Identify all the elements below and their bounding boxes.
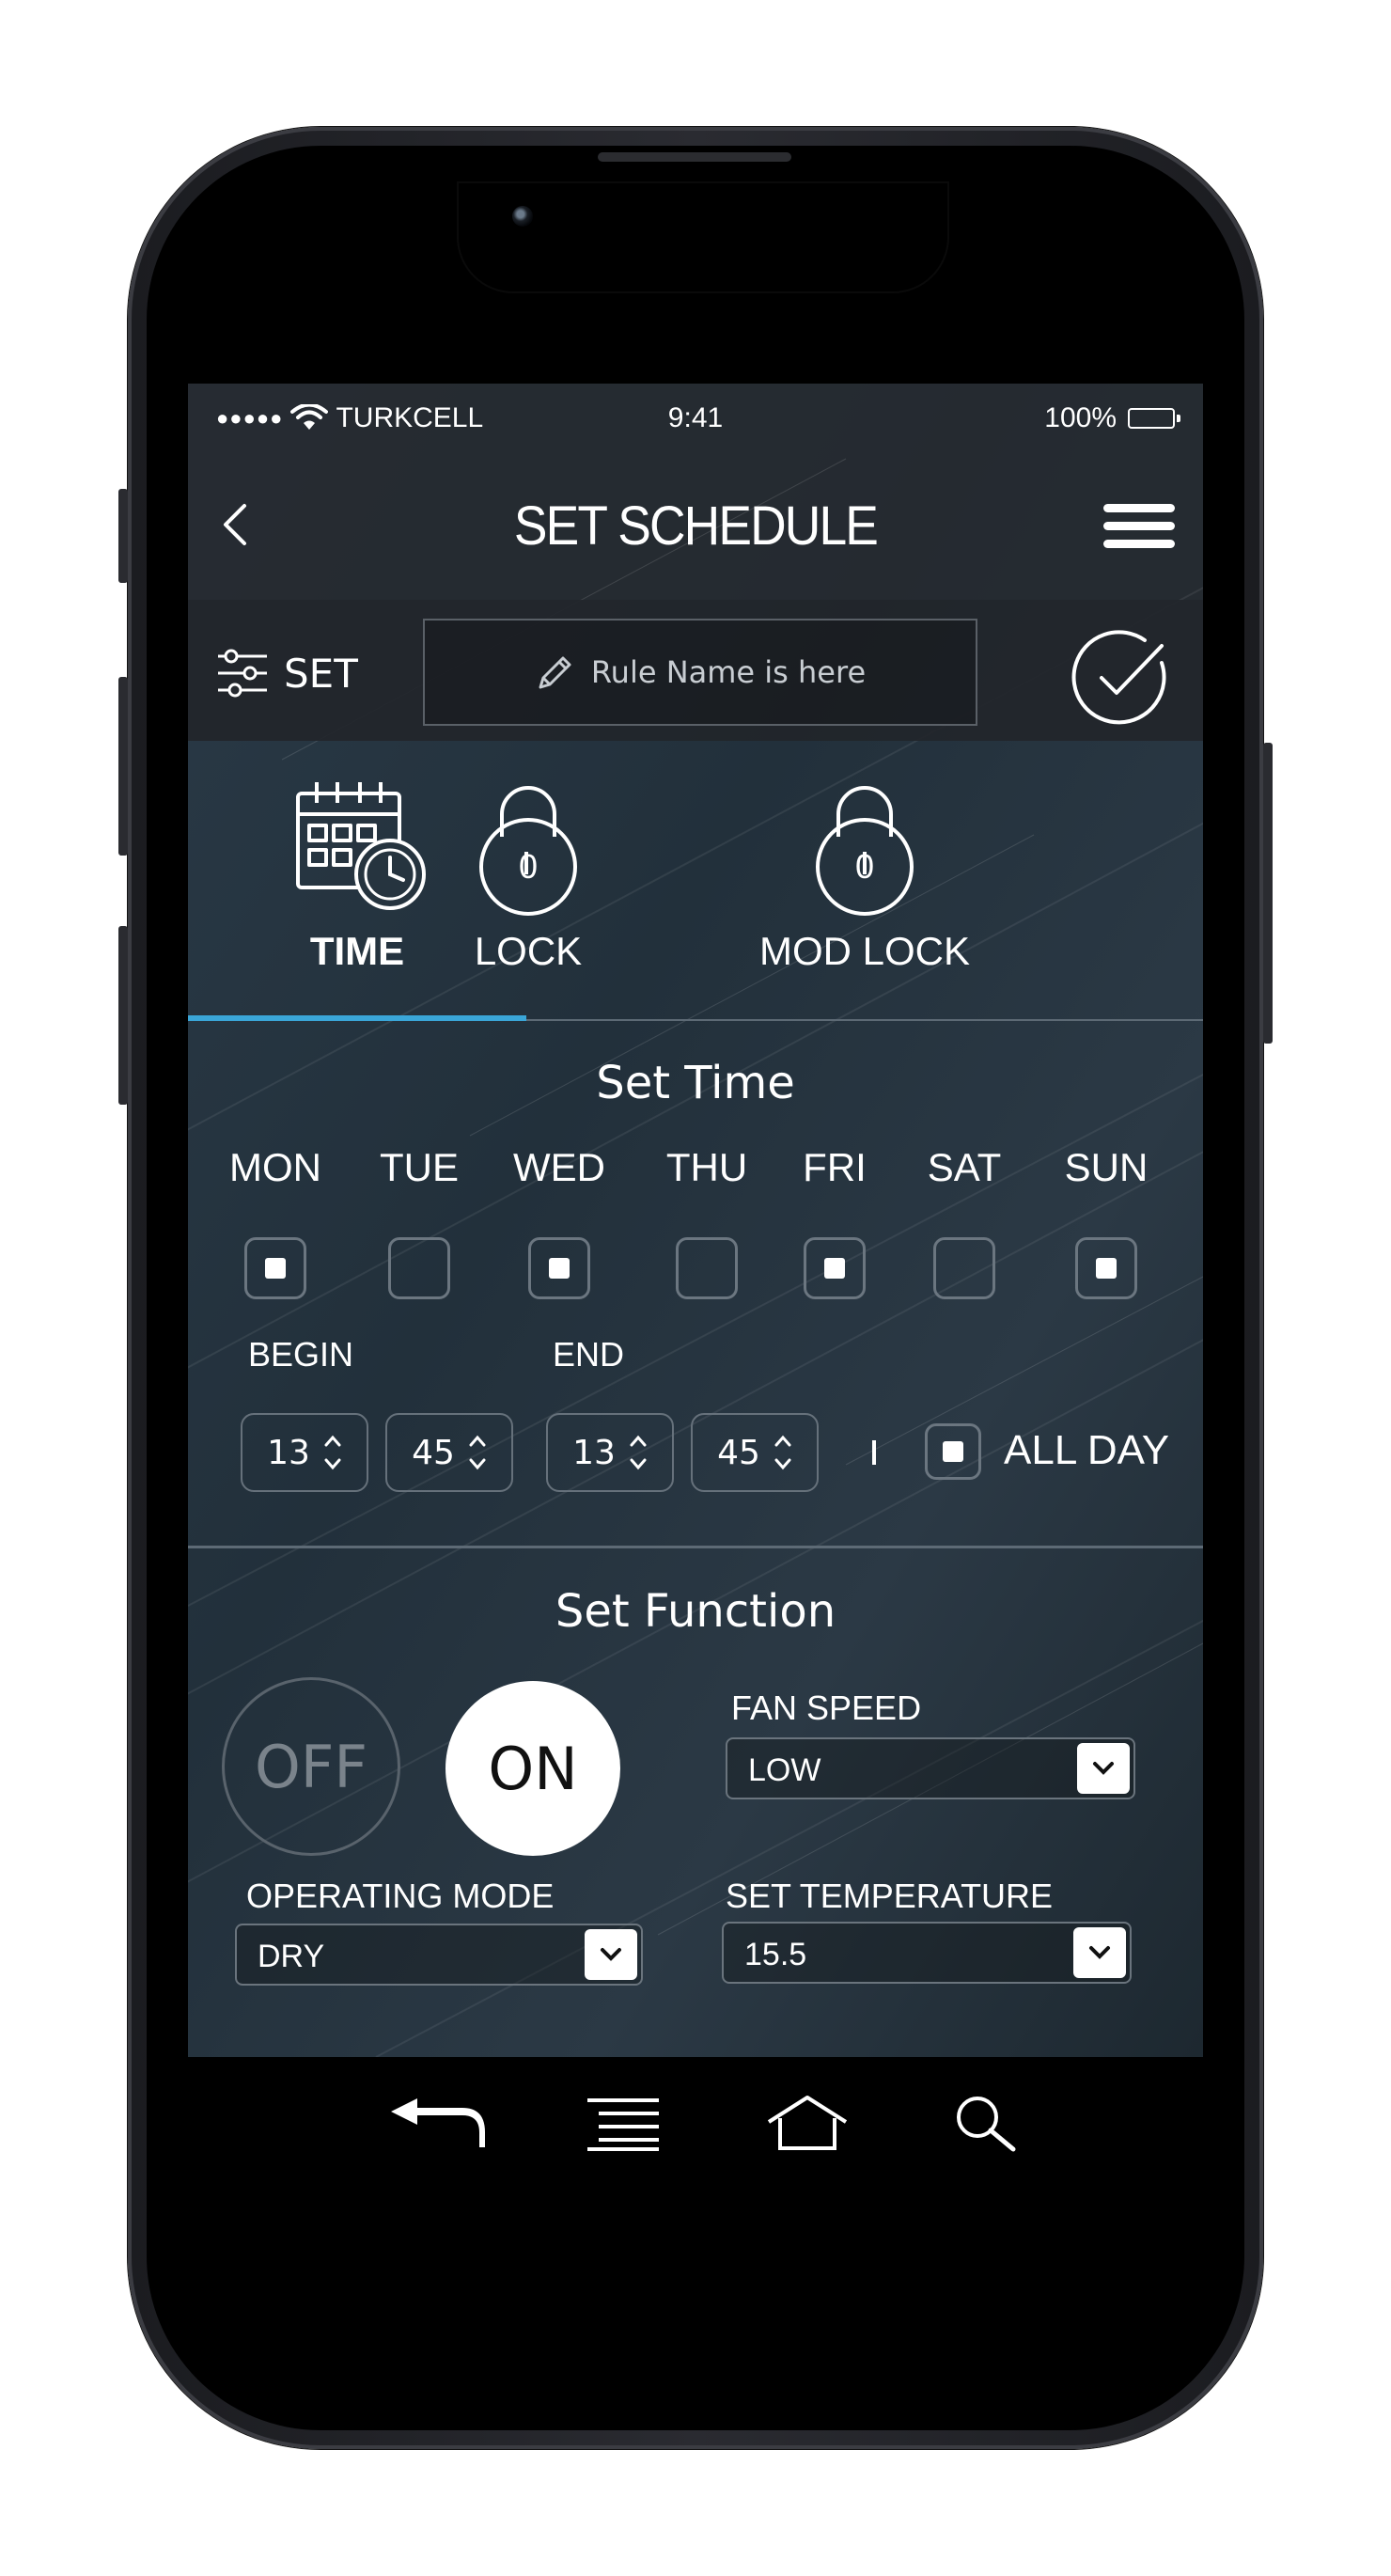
mod-lock-count: 0	[855, 847, 874, 886]
end-minute-stepper[interactable]: 45	[691, 1413, 819, 1492]
tab-bar: TIME 0 LOCK 0 MOD LOCK	[188, 741, 1203, 1023]
nav-search[interactable]	[934, 2085, 1038, 2160]
day-thu[interactable]: THU	[650, 1145, 763, 1299]
front-camera	[512, 206, 533, 227]
search-icon	[957, 2097, 1016, 2152]
operating-mode-select[interactable]: DRY	[235, 1924, 643, 1986]
chevron-down-icon	[1073, 1927, 1126, 1978]
day-checkbox[interactable]	[933, 1237, 995, 1299]
day-label: FRI	[803, 1145, 867, 1189]
bottom-navigation	[188, 2057, 1203, 2189]
app-screen: ●●●●● TURKCELL 9:41 100% SET SCHEDULE SE…	[188, 384, 1203, 2057]
up-down-chevron-icon	[630, 1435, 647, 1470]
begin-minute-stepper[interactable]: 45	[385, 1413, 513, 1492]
day-fri[interactable]: FRI	[778, 1145, 891, 1299]
day-label: THU	[665, 1145, 748, 1189]
end-hour-stepper[interactable]: 13	[546, 1413, 674, 1492]
day-mon[interactable]: MON	[219, 1145, 332, 1299]
battery-percent: 100%	[1044, 402, 1117, 433]
up-down-chevron-icon	[469, 1435, 486, 1470]
all-day-separator	[872, 1440, 876, 1465]
day-wed[interactable]: WED	[503, 1145, 616, 1299]
power-on-button[interactable]: ON	[445, 1681, 620, 1856]
home-icon	[767, 2096, 848, 2150]
day-sat[interactable]: SAT	[908, 1145, 1021, 1299]
up-down-chevron-icon	[774, 1435, 791, 1470]
day-label: WED	[513, 1145, 605, 1189]
pencil-icon	[539, 656, 571, 689]
begin-minute-value: 45	[412, 1433, 455, 1472]
day-checkbox[interactable]	[528, 1237, 590, 1299]
power-button	[1263, 743, 1273, 1044]
side-button	[118, 489, 128, 583]
list-icon	[587, 2098, 659, 2151]
begin-label: BEGIN	[248, 1335, 354, 1374]
rule-name-input[interactable]: Rule Name is here	[423, 619, 977, 726]
set-button[interactable]: SET	[216, 647, 358, 699]
day-tue[interactable]: TUE	[363, 1145, 476, 1299]
phone-speaker	[598, 152, 791, 162]
status-right: 100%	[1044, 402, 1180, 434]
begin-hour-value: 13	[267, 1433, 310, 1472]
phone-notch	[459, 183, 947, 291]
rule-name-placeholder: Rule Name is here	[590, 654, 867, 690]
day-checkbox[interactable]	[1075, 1237, 1137, 1299]
app-header: SET SCHEDULE	[188, 459, 1203, 600]
chevron-down-icon	[585, 1929, 637, 1980]
operating-mode-value: DRY	[258, 1939, 325, 1974]
day-checkbox[interactable]	[388, 1237, 450, 1299]
back-arrow-icon	[391, 2098, 485, 2147]
up-down-chevron-icon	[324, 1435, 341, 1470]
page-title: SET SCHEDULE	[513, 495, 879, 557]
tab-lock[interactable]: 0 LOCK	[359, 741, 697, 1023]
set-temperature-value: 15.5	[744, 1937, 807, 1972]
set-temperature-label: SET TEMPERATURE	[726, 1877, 1054, 1915]
begin-hour-stepper[interactable]: 13	[241, 1413, 368, 1492]
hamburger-menu-icon[interactable]	[1103, 504, 1175, 555]
day-label: SAT	[927, 1145, 1002, 1189]
volume-down-button	[118, 926, 128, 1105]
day-checkbox[interactable]	[676, 1237, 738, 1299]
day-label: MON	[229, 1145, 321, 1189]
sliders-icon	[218, 649, 267, 698]
tab-mod-lock-label: MOD LOCK	[758, 929, 971, 973]
day-label: TUE	[380, 1145, 459, 1189]
weekday-selector: MON TUE WED THU FRI SAT SUN	[188, 1145, 1203, 1333]
rule-bar: SET Rule Name is here	[188, 600, 1203, 741]
day-sun[interactable]: SUN	[1050, 1145, 1163, 1299]
padlock-icon: 0	[816, 786, 914, 916]
end-hour-value: 13	[572, 1433, 616, 1472]
all-day-label: ALL DAY	[1004, 1427, 1170, 1473]
end-minute-value: 45	[717, 1433, 760, 1472]
set-function-title: Set Function	[555, 1585, 836, 1638]
confirm-checkmark-icon[interactable]	[1070, 625, 1173, 729]
volume-up-button	[118, 677, 128, 856]
set-temperature-select[interactable]: 15.5	[722, 1922, 1132, 1984]
all-day-checkbox[interactable]	[925, 1423, 981, 1480]
day-checkbox[interactable]	[244, 1237, 306, 1299]
end-label: END	[553, 1335, 625, 1374]
battery-icon	[1128, 408, 1180, 429]
tab-mod-lock[interactable]: 0 MOD LOCK	[696, 741, 1034, 1023]
power-off-button[interactable]: OFF	[222, 1677, 400, 1856]
day-label: SUN	[1064, 1145, 1149, 1189]
padlock-icon: 0	[479, 786, 577, 916]
status-bar: ●●●●● TURKCELL 9:41 100%	[188, 384, 1203, 459]
set-time-title: Set Time	[596, 1057, 795, 1109]
nav-home[interactable]	[756, 2085, 859, 2160]
nav-list[interactable]	[571, 2085, 675, 2160]
fan-speed-value: LOW	[748, 1752, 821, 1788]
nav-back[interactable]	[387, 2085, 491, 2160]
chevron-down-icon	[1077, 1743, 1130, 1794]
fan-speed-select[interactable]: LOW	[726, 1737, 1135, 1799]
section-divider	[188, 1546, 1203, 1548]
day-checkbox[interactable]	[804, 1237, 866, 1299]
set-label: SET	[284, 650, 358, 697]
active-tab-indicator	[188, 1015, 526, 1021]
operating-mode-label: OPERATING MODE	[246, 1877, 555, 1915]
tab-lock-label: LOCK	[474, 929, 583, 973]
lock-count: 0	[519, 847, 538, 886]
fan-speed-label: FAN SPEED	[731, 1689, 922, 1727]
